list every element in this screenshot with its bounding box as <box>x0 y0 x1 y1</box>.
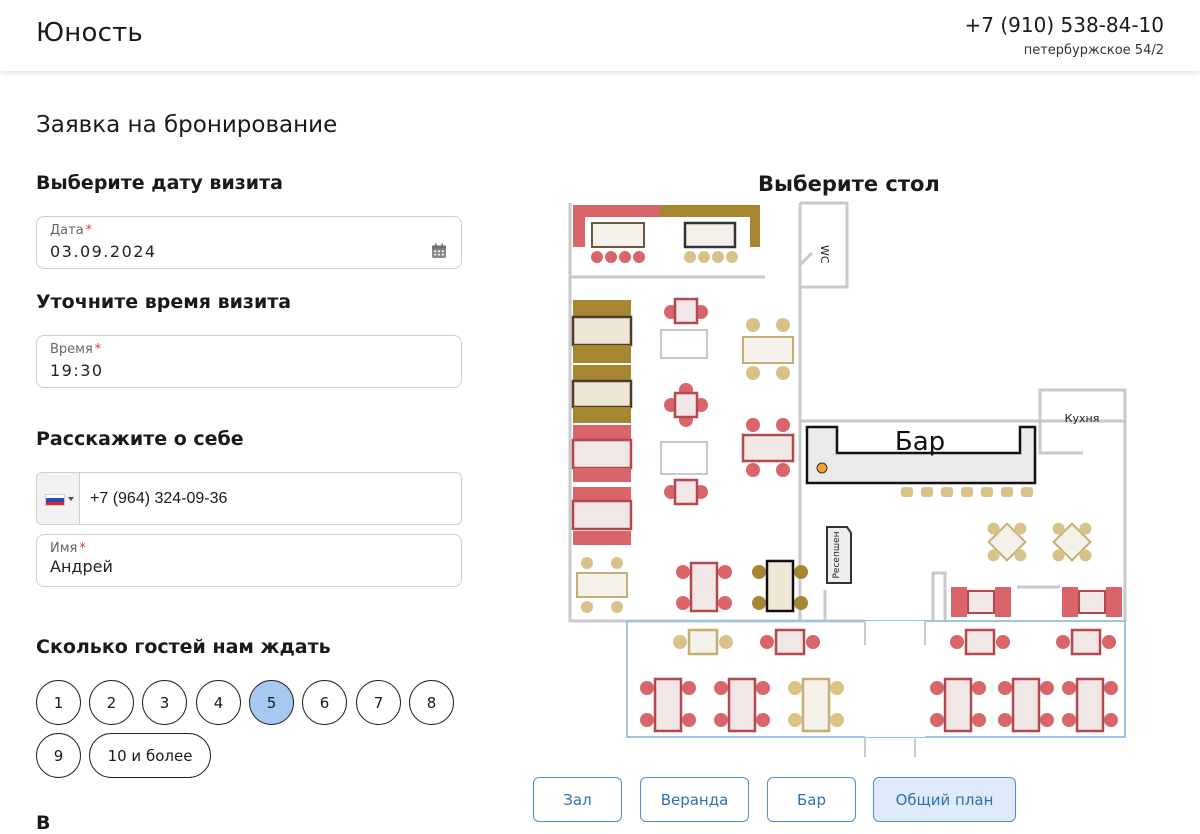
guest-option-4[interactable]: 4 <box>196 680 241 725</box>
country-selector[interactable] <box>37 473 80 524</box>
reception: Ресепшен <box>826 526 852 584</box>
tab-bar[interactable]: Бар <box>767 777 856 822</box>
contact-phone[interactable]: +7 (910) 538-84-10 <box>965 13 1164 37</box>
table-bench-right-2[interactable] <box>1062 587 1122 617</box>
brand-name[interactable]: Юность <box>36 18 143 48</box>
table-veranda-red-2[interactable] <box>950 628 1010 656</box>
site-header: Юность +7 (910) 538-84-10 петербуржское … <box>0 0 1200 71</box>
calendar-icon[interactable] <box>431 243 447 259</box>
table-diamond-2[interactable] <box>1037 507 1108 578</box>
table-small-left[interactable] <box>576 557 628 613</box>
table-veranda-red-3[interactable] <box>1056 628 1116 656</box>
bar-counter: Бар <box>805 425 1037 497</box>
tab-veranda[interactable]: Веранда <box>640 777 749 822</box>
table-mid-1[interactable] <box>664 297 708 325</box>
table-veranda-beige-1[interactable] <box>673 628 733 656</box>
contact-address: петербуржское 54/2 <box>1023 43 1164 58</box>
next-section-title: В <box>36 812 51 834</box>
guest-option-9[interactable]: 9 <box>36 733 81 778</box>
table-beige-1[interactable] <box>742 318 794 380</box>
about-section-title: Расскажите о себе <box>36 428 244 450</box>
phone-input[interactable]: +7 (964) 324-09-36 <box>36 472 462 525</box>
date-value: 03.09.2024 <box>50 242 157 261</box>
guest-option-2[interactable]: 2 <box>89 680 134 725</box>
guest-option-3[interactable]: 3 <box>142 680 187 725</box>
name-label: Имя * <box>50 541 86 556</box>
guest-option-1[interactable]: 1 <box>36 680 81 725</box>
table-hall-red-1[interactable] <box>676 561 732 613</box>
tab-hall[interactable]: Зал <box>533 777 622 822</box>
table-veranda-long-4[interactable] <box>930 677 986 733</box>
table-veranda-long-2[interactable] <box>714 677 770 733</box>
table-mid-2[interactable] <box>664 383 708 427</box>
guest-option-6[interactable]: 6 <box>302 680 347 725</box>
table-veranda-long-5[interactable] <box>998 677 1054 733</box>
russia-flag-icon <box>45 494 65 506</box>
name-field[interactable]: Имя * Андрей <box>36 534 462 587</box>
page-title: Заявка на бронирование <box>36 112 338 138</box>
date-label: Дата * <box>50 223 93 238</box>
left-booths[interactable] <box>571 300 633 545</box>
phone-value: +7 (964) 324-09-36 <box>90 490 228 507</box>
table-bench-right-1[interactable] <box>951 587 1011 617</box>
date-field[interactable]: Дата * 03.09.2024 <box>36 216 462 269</box>
table-diamond-1[interactable] <box>972 507 1043 578</box>
time-section-title: Уточните время визита <box>36 291 292 313</box>
guest-option-8[interactable]: 8 <box>409 680 454 725</box>
table-veranda-long-6[interactable] <box>1062 677 1118 733</box>
time-field[interactable]: Время * 19:30 <box>36 335 462 388</box>
table-veranda-long-3[interactable] <box>788 677 844 733</box>
table-red-2[interactable] <box>741 418 795 477</box>
chevron-down-icon <box>68 497 74 501</box>
name-value: Андрей <box>50 557 113 576</box>
table-veranda-red-1[interactable] <box>760 628 820 656</box>
bar-label: Бар <box>895 427 945 457</box>
floor-plan-title: Выберите стол <box>758 172 940 196</box>
guest-option-7[interactable]: 7 <box>356 680 401 725</box>
time-value: 19:30 <box>50 361 104 380</box>
kitchen-label: Кухня <box>1065 412 1100 425</box>
wc-label: WC <box>818 245 831 264</box>
tab-overview[interactable]: Общий план <box>873 777 1016 822</box>
guest-option-10-plus[interactable]: 10 и более <box>89 733 211 778</box>
table-12[interactable] <box>683 221 738 263</box>
table-mid-3[interactable] <box>664 478 708 506</box>
table-veranda-long-1[interactable] <box>640 677 696 733</box>
date-section-title: Выберите дату визита <box>36 172 283 194</box>
floor-plan-map[interactable]: Бар Кухня WC Ресепшен <box>555 195 1135 765</box>
guest-option-5[interactable]: 5 <box>249 680 294 725</box>
svg-text:Ресепшен: Ресепшен <box>832 531 842 578</box>
guests-section-title: Сколько гостей нам ждать <box>36 636 331 658</box>
time-label: Время * <box>50 342 102 357</box>
table-11[interactable] <box>591 222 645 263</box>
